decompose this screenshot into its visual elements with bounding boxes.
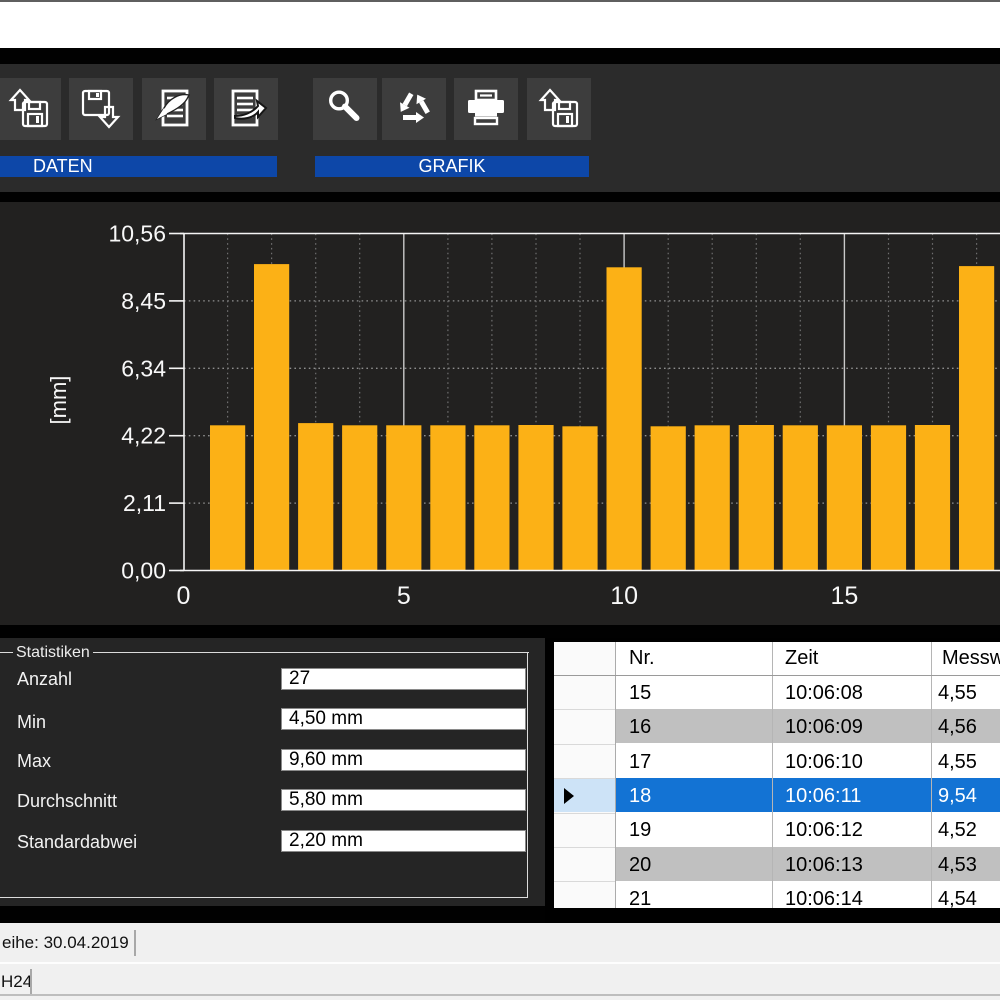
svg-text:8,45: 8,45	[121, 288, 166, 314]
svg-text:6,34: 6,34	[121, 355, 166, 381]
svg-text:5: 5	[397, 582, 411, 610]
svg-text:10,56: 10,56	[108, 221, 166, 247]
svg-text:[mm]: [mm]	[46, 376, 71, 425]
svg-text:0,00: 0,00	[121, 558, 166, 584]
svg-text:0: 0	[177, 582, 191, 610]
svg-text:15: 15	[830, 582, 858, 610]
svg-text:10: 10	[610, 582, 638, 610]
svg-text:2,11: 2,11	[123, 490, 166, 516]
svg-text:4,22: 4,22	[121, 423, 166, 449]
